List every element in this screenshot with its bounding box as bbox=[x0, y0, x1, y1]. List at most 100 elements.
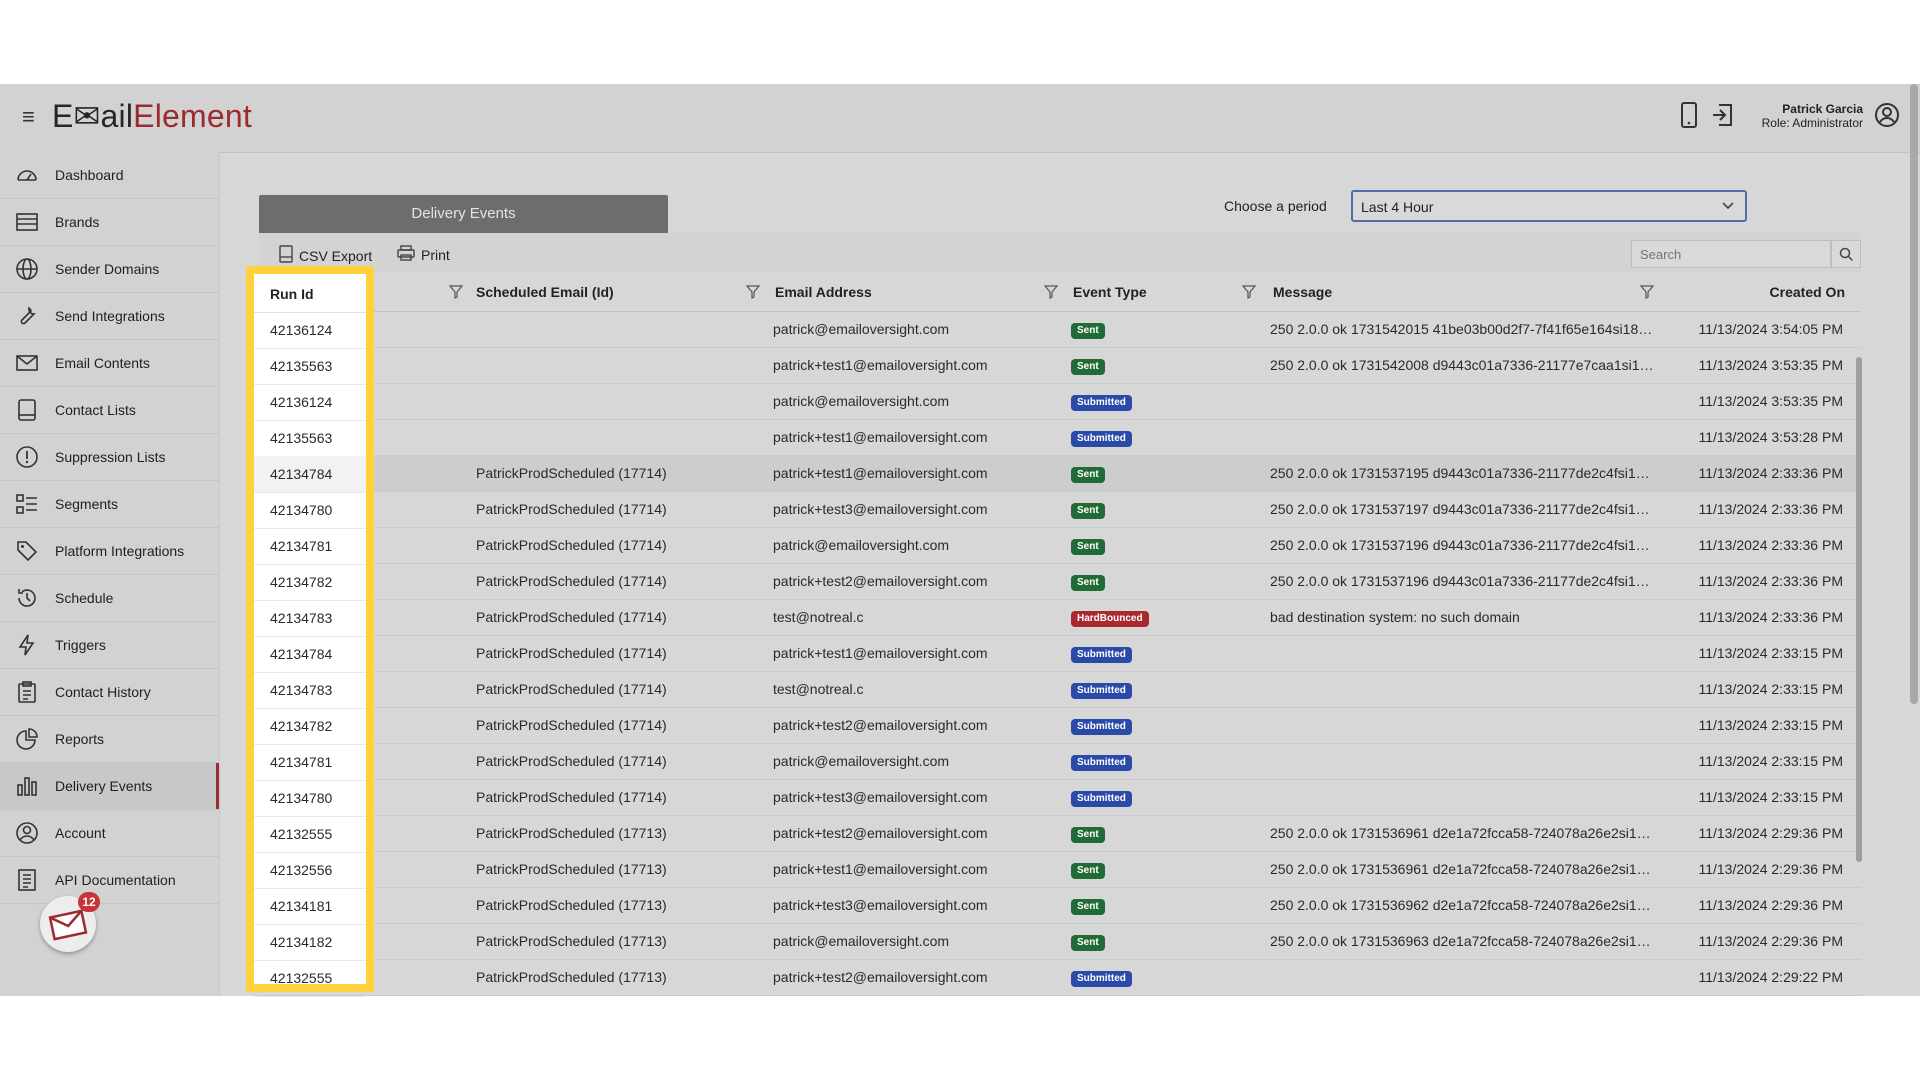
filter-message-icon[interactable] bbox=[1639, 285, 1655, 304]
sidebar-item-sender-domains[interactable]: Sender Domains bbox=[0, 246, 219, 293]
search-input[interactable] bbox=[1632, 241, 1832, 267]
filter-event-type-icon[interactable] bbox=[1241, 285, 1257, 304]
dashboard-icon bbox=[15, 163, 39, 187]
table-row[interactable]: PatrickProdScheduled (17714) patrick+test… bbox=[259, 779, 1861, 816]
table-row[interactable]: PatrickProdScheduled (17714) patrick+test… bbox=[259, 455, 1861, 492]
run-id-value: 42134782 bbox=[270, 718, 333, 734]
cell-message: 250 2.0.0 ok 1731536962 d2e1a72fcca58-72… bbox=[1270, 897, 1654, 913]
table-row[interactable]: PatrickProdScheduled (17713) patrick+test… bbox=[259, 815, 1861, 852]
table-row[interactable]: PatrickProdScheduled (17714) patrick+test… bbox=[259, 635, 1861, 672]
logout-icon[interactable] bbox=[1710, 102, 1736, 133]
table-row[interactable]: patrick@emailoversight.com Submitted 11/13… bbox=[259, 383, 1861, 420]
sidebar-item-label: Segments bbox=[55, 496, 119, 512]
sidebar-item-label: Email Contents bbox=[55, 355, 150, 371]
sidebar-item-label: Contact History bbox=[55, 684, 151, 700]
history-icon bbox=[15, 586, 39, 610]
table-row[interactable]: PatrickProdScheduled (17714) patrick@emai… bbox=[259, 527, 1861, 564]
cell-run-id: 42134780 bbox=[254, 492, 366, 529]
cell-message: 250 2.0.0 ok 1731536961 d2e1a72fcca58-72… bbox=[1270, 861, 1654, 877]
cell-event-type: Submitted bbox=[1071, 392, 1132, 411]
table-row[interactable]: PatrickProdScheduled (17713) patrick+test… bbox=[259, 887, 1861, 924]
cell-event-type: Sent bbox=[1071, 464, 1105, 483]
cell-created-on: 11/13/2024 2:33:36 PM bbox=[1698, 537, 1843, 553]
hamburger-menu-icon[interactable]: ≡ bbox=[22, 106, 35, 128]
cell-message: 250 2.0.0 ok 1731537196 d9443c01a7336-21… bbox=[1270, 537, 1654, 553]
sidebar-item-contact-history[interactable]: Contact History bbox=[0, 669, 219, 716]
table-row[interactable]: PatrickProdScheduled (17714) patrick+test… bbox=[259, 491, 1861, 528]
search-button[interactable] bbox=[1831, 240, 1861, 268]
cell-event-type: Submitted bbox=[1071, 644, 1132, 663]
filter-run-id-icon[interactable] bbox=[448, 285, 464, 304]
csv-export-label: CSV Export bbox=[299, 247, 373, 264]
column-header-event-type[interactable]: Event Type bbox=[1073, 284, 1147, 300]
sidebar-item-suppression-lists[interactable]: Suppression Lists bbox=[0, 434, 219, 481]
table-row[interactable]: patrick+test1@emailoversight.com Sent 250 … bbox=[259, 347, 1861, 384]
sidebar-item-platform-integrations[interactable]: Platform Integrations bbox=[0, 528, 219, 575]
mobile-device-icon[interactable] bbox=[1680, 102, 1698, 133]
table-row[interactable]: PatrickProdScheduled (17714) patrick+test… bbox=[259, 707, 1861, 744]
sidebar-item-schedule[interactable]: Schedule bbox=[0, 575, 219, 622]
cell-run-id: 42134784 bbox=[254, 456, 366, 493]
cell-email-address: patrick+test1@emailoversight.com bbox=[773, 861, 988, 877]
sidebar-item-label: Delivery Events bbox=[55, 778, 153, 794]
top-header: ≡ E✉ailElement Patrick Garcia Role: Admi… bbox=[0, 84, 1920, 153]
cell-run-id: 42136124 bbox=[254, 312, 366, 349]
cell-run-id: 42134181 bbox=[254, 888, 366, 925]
table-row[interactable]: PatrickProdScheduled (17713) patrick+test… bbox=[259, 959, 1861, 996]
notification-button[interactable]: 12 bbox=[40, 892, 100, 956]
print-button[interactable]: Print bbox=[397, 245, 450, 264]
sidebar-item-send-integrations[interactable]: Send Integrations bbox=[0, 293, 219, 340]
sidebar-item-contact-lists[interactable]: Contact Lists bbox=[0, 387, 219, 434]
bolt-icon bbox=[15, 633, 39, 657]
sidebar-item-dashboard[interactable]: Dashboard bbox=[0, 152, 219, 199]
cell-created-on: 11/13/2024 3:53:35 PM bbox=[1698, 357, 1843, 373]
event-type-badge: Sent bbox=[1071, 863, 1105, 879]
event-type-badge: Sent bbox=[1071, 575, 1105, 591]
sidebar-item-email-contents[interactable]: Email Contents bbox=[0, 340, 219, 387]
sidebar-item-brands[interactable]: Brands bbox=[0, 199, 219, 246]
cell-scheduled-email: PatrickProdScheduled (17714) bbox=[476, 753, 667, 769]
cell-scheduled-email: PatrickProdScheduled (17713) bbox=[476, 861, 667, 877]
column-header-email-address[interactable]: Email Address bbox=[775, 284, 872, 300]
table-row[interactable]: PatrickProdScheduled (17714) test@notreal… bbox=[259, 599, 1861, 636]
table-row[interactable]: PatrickProdScheduled (17713) patrick@emai… bbox=[259, 923, 1861, 960]
user-avatar-icon[interactable] bbox=[1874, 102, 1900, 133]
sidebar-item-triggers[interactable]: Triggers bbox=[0, 622, 219, 669]
table-row[interactable]: PatrickProdScheduled (17714) patrick+test… bbox=[259, 563, 1861, 600]
table-row[interactable]: PatrickProdScheduled (17714) patrick@emai… bbox=[259, 743, 1861, 780]
search-icon bbox=[1839, 247, 1854, 262]
period-select[interactable]: Last 4 Hour bbox=[1351, 190, 1747, 222]
run-id-value: 42134181 bbox=[270, 898, 333, 914]
cell-event-type: Submitted bbox=[1071, 716, 1132, 735]
sidebar-item-api-documentation[interactable]: API Documentation bbox=[0, 857, 219, 904]
column-header-message[interactable]: Message bbox=[1273, 284, 1332, 300]
table-row[interactable]: patrick@emailoversight.com Sent 250 2.0.0 … bbox=[259, 311, 1861, 348]
column-header-created-on[interactable]: Created On bbox=[1770, 284, 1845, 300]
filter-scheduled-email-icon[interactable] bbox=[745, 285, 761, 304]
cell-created-on: 11/13/2024 2:33:15 PM bbox=[1698, 681, 1843, 697]
segments-icon bbox=[15, 492, 39, 516]
cell-event-type: Sent bbox=[1071, 860, 1105, 879]
grid-scrollbar[interactable] bbox=[1856, 357, 1862, 862]
cell-run-id: 42134783 bbox=[254, 672, 366, 709]
table-row[interactable]: patrick+test1@emailoversight.com Submitte… bbox=[259, 419, 1861, 456]
sidebar-item-account[interactable]: Account bbox=[0, 810, 219, 857]
sidebar-item-delivery-events[interactable]: Delivery Events bbox=[0, 763, 219, 810]
page-scrollbar[interactable] bbox=[1910, 84, 1918, 704]
cell-run-id: 42135563 bbox=[254, 420, 366, 457]
cell-message: 250 2.0.0 ok 1731542015 41be03b00d2f7-7f… bbox=[1270, 321, 1654, 337]
app-logo[interactable]: E✉ailElement bbox=[52, 98, 252, 134]
sidebar-item-reports[interactable]: Reports bbox=[0, 716, 219, 763]
filter-email-address-icon[interactable] bbox=[1043, 285, 1059, 304]
table-row[interactable]: PatrickProdScheduled (17714) test@notreal… bbox=[259, 671, 1861, 708]
column-header-scheduled-email[interactable]: Scheduled Email (Id) bbox=[476, 284, 614, 300]
table-row[interactable]: PatrickProdScheduled (17713) patrick+test… bbox=[259, 851, 1861, 888]
cell-email-address: test@notreal.c bbox=[773, 681, 864, 697]
tab-delivery-events[interactable]: Delivery Events bbox=[259, 195, 668, 233]
cell-created-on: 11/13/2024 2:29:36 PM bbox=[1698, 897, 1843, 913]
cell-message: 250 2.0.0 ok 1731542008 d9443c01a7336-21… bbox=[1270, 357, 1654, 373]
csv-export-button[interactable]: CSV Export bbox=[279, 245, 372, 266]
column-header-run-id[interactable]: Run Id bbox=[254, 274, 366, 313]
sidebar-item-label: Sender Domains bbox=[55, 261, 160, 277]
sidebar-item-segments[interactable]: Segments bbox=[0, 481, 219, 528]
